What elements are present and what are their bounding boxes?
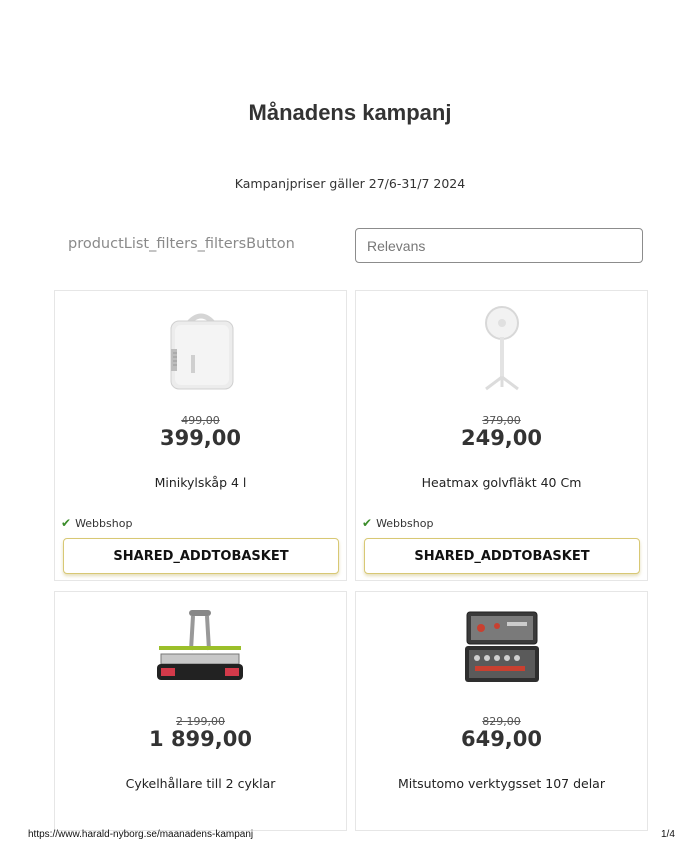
mini-fridge-icon[interactable]	[55, 303, 346, 393]
check-icon: ✔	[61, 516, 72, 530]
check-icon: ✔	[362, 516, 373, 530]
campaign-note: Kampanjpriser gäller 27/6-31/7 2024	[234, 176, 466, 191]
stock-label: Webbshop	[376, 516, 434, 530]
sort-select-value: Relevans	[367, 237, 426, 254]
bike-rack-icon[interactable]	[55, 604, 346, 694]
stock-status: ✔ Webbshop	[362, 516, 433, 530]
price: 399,00	[159, 426, 242, 450]
page-number: 1/4	[661, 829, 675, 840]
footer-url: https://www.harald-nyborg.se/maanadens-k…	[28, 829, 254, 840]
stock-label: Webbshop	[75, 516, 133, 530]
filters-button[interactable]: productList_filters_filtersButton	[68, 236, 295, 252]
product-name[interactable]: Minikylskåp 4 l	[55, 475, 346, 490]
sort-select[interactable]: Relevans	[355, 228, 643, 263]
product-name[interactable]: Mitsutomo verktygsset 107 delar	[356, 776, 647, 791]
add-to-basket-button[interactable]: SHARED_ADDTOBASKET	[63, 538, 339, 574]
product-name[interactable]: Cykelhållare till 2 cyklar	[55, 776, 346, 791]
product-card[interactable]: 379,00 249,00 Heatmax golvfläkt 40 Cm ✔ …	[355, 290, 648, 581]
page-title: Månadens kampanj	[248, 100, 452, 125]
stock-status: ✔ Webbshop	[61, 516, 132, 530]
product-card[interactable]: 499,00 399,00 Minikylskåp 4 l ✔ Webbshop…	[54, 290, 347, 581]
product-name[interactable]: Heatmax golvfläkt 40 Cm	[356, 475, 647, 490]
add-to-basket-button[interactable]: SHARED_ADDTOBASKET	[364, 538, 640, 574]
product-card[interactable]: 2 199,00 1 899,00 Cykelhållare till 2 cy…	[54, 591, 347, 831]
price: 649,00	[460, 727, 543, 751]
price: 249,00	[460, 426, 543, 450]
product-card[interactable]: 829,00 649,00 Mitsutomo verktygsset 107 …	[355, 591, 648, 831]
tool-case-icon[interactable]	[356, 604, 647, 694]
floor-fan-icon[interactable]	[356, 303, 647, 393]
price: 1 899,00	[149, 727, 252, 751]
